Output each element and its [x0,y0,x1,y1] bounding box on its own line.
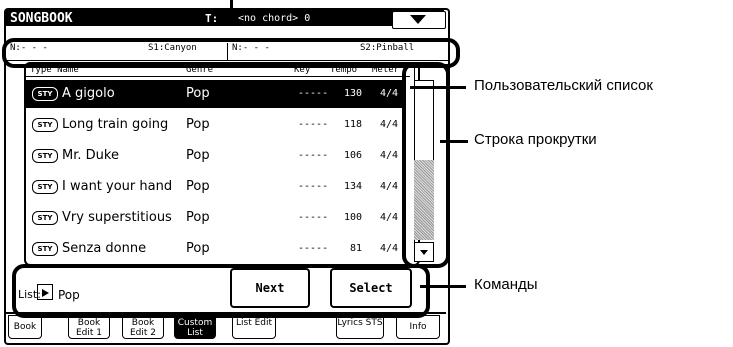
tempo: 100 [343,212,362,223]
type-badge: STY [32,149,58,163]
genre: Pop [186,86,210,101]
genre: Pop [186,210,210,225]
annotation-scrollbar: Строка прокрутки [474,131,597,148]
type-badge: STY [32,180,58,194]
tab-lyrics-sts[interactable]: Lyrics STS [336,315,384,339]
meter: 4/4 [380,212,399,223]
scrollbar-callout [402,62,450,268]
type-badge: STY [32,211,58,225]
meter: 4/4 [380,150,399,161]
tempo: 134 [343,181,362,192]
meter: 4/4 [380,119,399,130]
tempo: 81 [349,243,362,254]
song-name: A gigolo [62,86,115,101]
annotation-custom-list: Пользовательский список [474,77,653,94]
key: ----- [298,212,329,223]
key: ----- [298,150,329,161]
meter: 4/4 [380,243,399,254]
tempo: 106 [343,150,362,161]
tab-book-edit-1[interactable]: Book Edit 1 [68,315,110,339]
tempo-label: T: [205,12,219,25]
table-row[interactable]: STY Vry superstitious Pop ----- 100 4/4 [26,204,406,232]
meter: 4/4 [380,181,399,192]
table-row[interactable]: STY Senza donne Pop ----- 81 4/4 [26,235,406,263]
type-badge: STY [32,242,58,256]
tab-book-edit-2[interactable]: Book Edit 2 [122,315,164,339]
tempo: 118 [343,119,362,130]
key: ----- [298,88,329,99]
key: ----- [298,243,329,254]
table-row[interactable]: STY Mr. Duke Pop ----- 106 4/4 [26,142,406,170]
key: ----- [298,119,329,130]
song-name: I want your hand [62,179,173,194]
song-name: Vry superstitious [62,210,172,225]
table-row[interactable]: STY Long train going Pop ----- 118 4/4 [26,111,406,139]
song-name: Mr. Duke [62,148,119,163]
song-name: Long train going [62,117,169,132]
page-menu-button[interactable] [392,11,446,29]
song-name: Senza donne [62,241,147,256]
chevron-down-icon [410,15,426,24]
tab-book[interactable]: Book [8,315,42,339]
genre: Pop [186,148,210,163]
commands-callout [12,264,430,318]
song-row-callout [2,38,460,68]
table-row[interactable]: STY I want your hand Pop ----- 134 4/4 [26,173,406,201]
top-pointer-line [230,0,233,12]
genre: Pop [186,179,210,194]
chord-label: <no chord> 0 [238,13,311,24]
genre: Pop [186,241,210,256]
tab-custom-list[interactable]: Custom List [174,315,216,339]
key: ----- [298,181,329,192]
page-title: SONGBOOK [10,11,73,26]
annotation-commands: Команды [474,276,538,293]
callout-line [440,140,468,143]
type-badge: STY [32,87,58,101]
callout-line [420,285,466,288]
header-divider [26,76,410,77]
type-badge: STY [32,118,58,132]
genre: Pop [186,117,210,132]
tempo: 130 [343,88,362,99]
tab-list-edit[interactable]: List Edit [232,315,276,339]
table-row[interactable]: STY A gigolo Pop ----- 130 4/4 [26,80,406,108]
tab-info[interactable]: Info [396,315,440,339]
meter: 4/4 [380,88,399,99]
callout-line [410,86,466,89]
